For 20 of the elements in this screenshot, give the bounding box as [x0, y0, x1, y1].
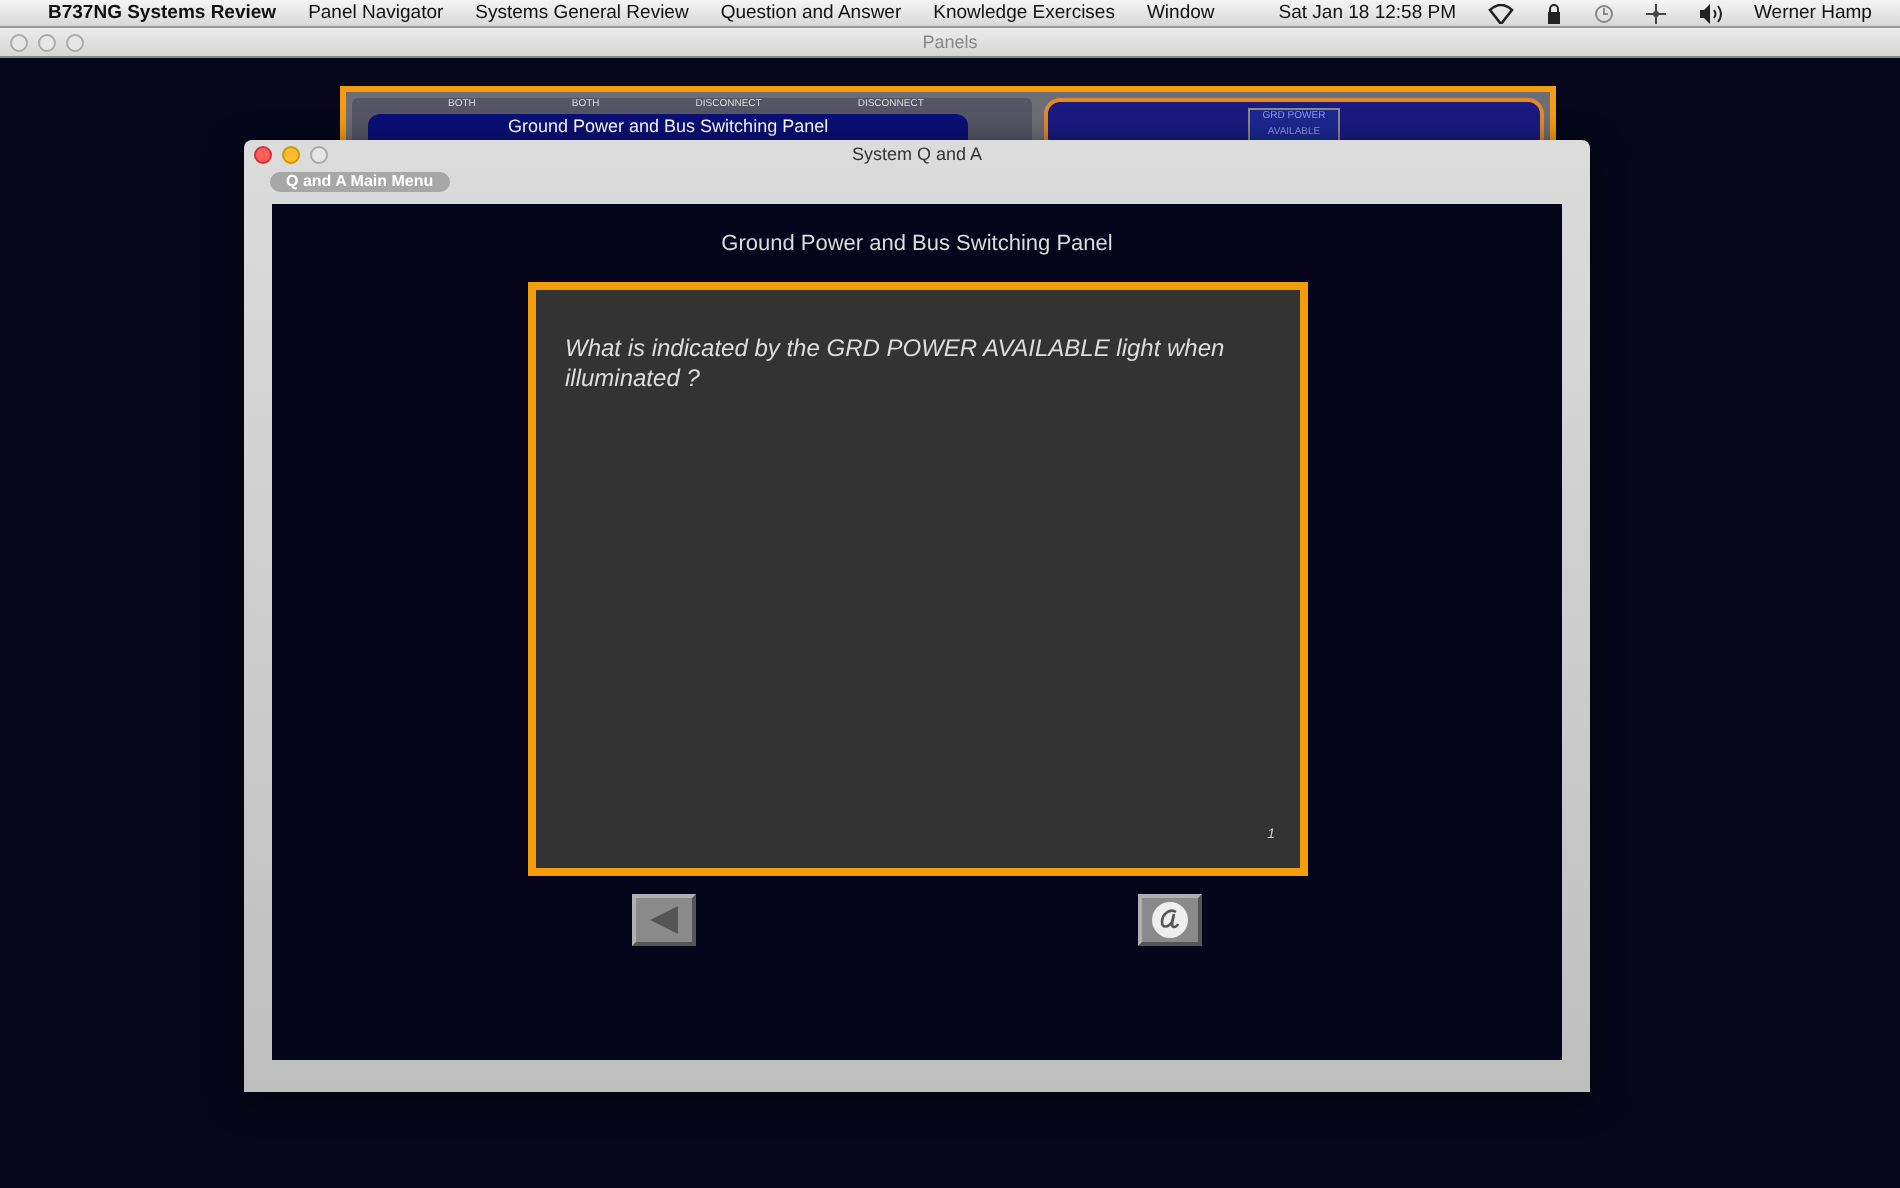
- window-title: Panels: [922, 32, 978, 52]
- menu-item[interactable]: Window: [1146, 0, 1215, 27]
- left-triangle-icon: [648, 905, 680, 933]
- answer-button[interactable]: [1138, 893, 1202, 945]
- app-name-menu[interactable]: B737NG Systems Review: [48, 0, 277, 27]
- menu-clock[interactable]: Sat Jan 18 12:58 PM: [1278, 0, 1456, 27]
- move-icon[interactable]: [1646, 3, 1666, 23]
- clock-icon[interactable]: [1594, 3, 1614, 23]
- letter-a-icon: [1150, 899, 1190, 939]
- menu-item[interactable]: Knowledge Exercises: [933, 0, 1115, 27]
- speaker-icon[interactable]: [1698, 3, 1722, 23]
- menu-item[interactable]: Question and Answer: [720, 0, 902, 27]
- lock-icon[interactable]: [1546, 3, 1562, 23]
- panel-heading: Ground Power and Bus Switching Panel: [721, 230, 1113, 260]
- user-name[interactable]: Werner Hamp: [1754, 0, 1872, 27]
- back-button[interactable]: [632, 893, 696, 945]
- question-text: What is indicated by the GRD POWER AVAILABLE light when illuminated ?: [565, 333, 1227, 393]
- menu-item[interactable]: Systems General Review: [475, 0, 689, 27]
- menu-item[interactable]: Panel Navigator: [308, 0, 444, 27]
- wifi-icon[interactable]: [1488, 3, 1514, 23]
